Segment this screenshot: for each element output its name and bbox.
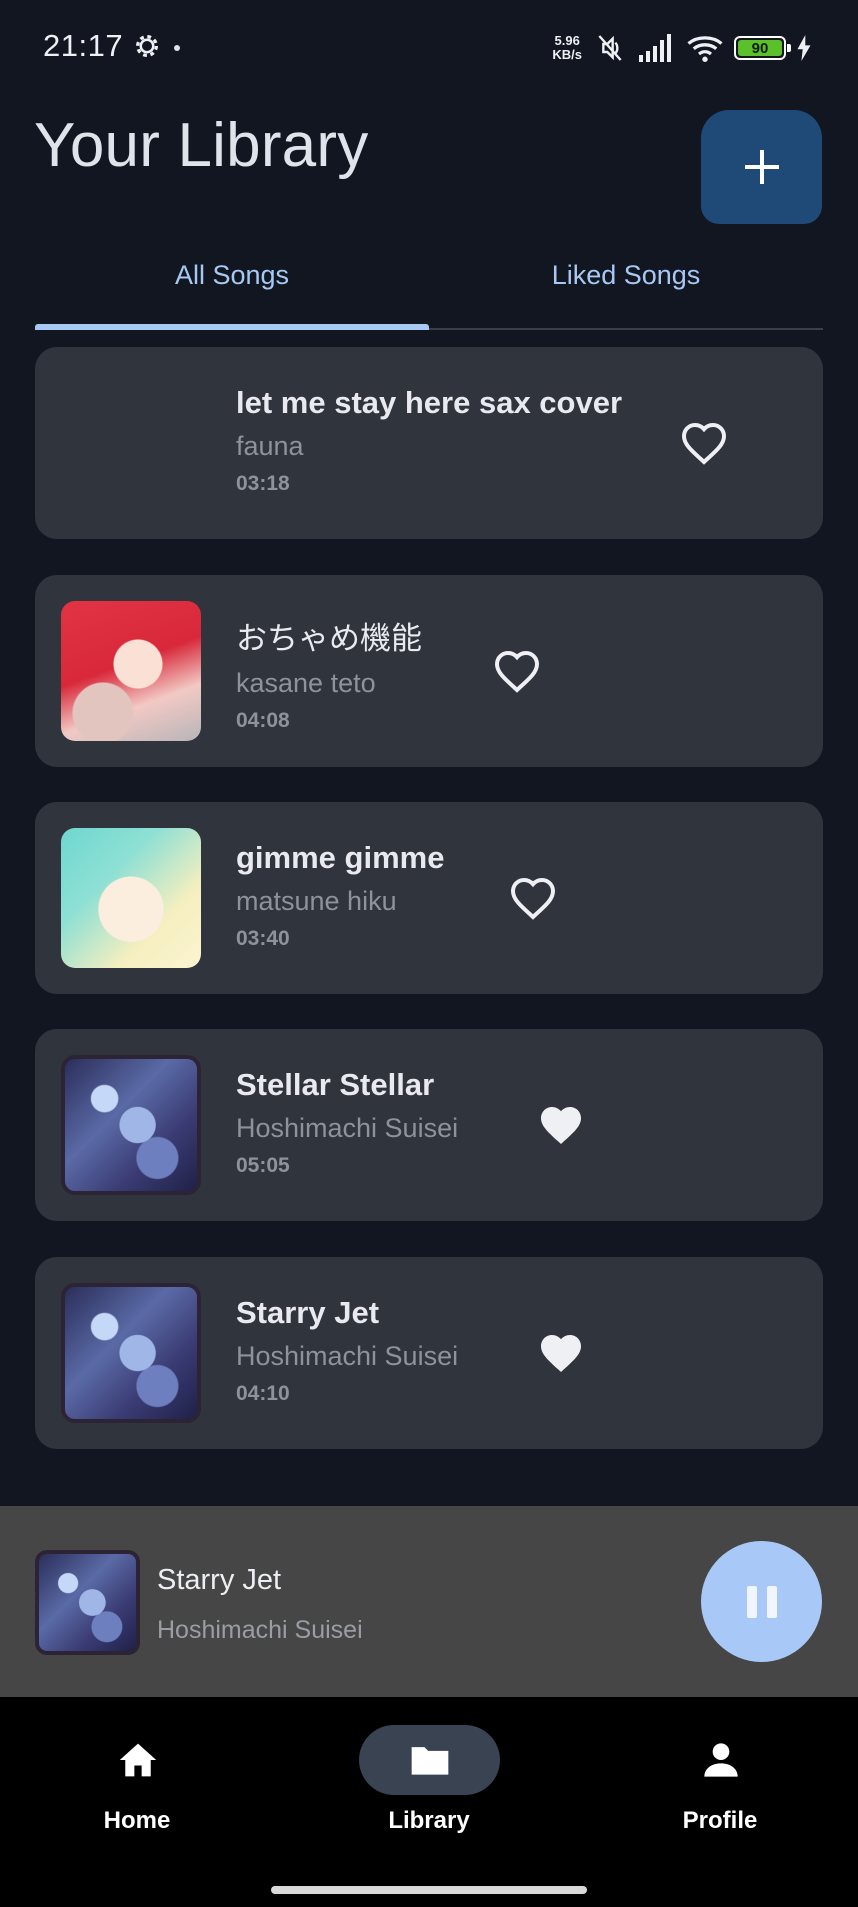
- song-card[interactable]: Starry Jet Hoshimachi Suisei 04:10: [35, 1257, 823, 1449]
- bottom-nav: Home Library Profile: [0, 1697, 858, 1907]
- wifi-icon: [687, 36, 723, 62]
- nav-profile-pill: [650, 1725, 791, 1795]
- song-title: Starry Jet: [236, 1295, 380, 1330]
- song-artist: kasane teto: [236, 668, 376, 698]
- song-duration: 05:05: [236, 1154, 290, 1177]
- now-playing-title: Starry Jet: [157, 1564, 282, 1596]
- dot-icon: [174, 45, 180, 51]
- battery-level: 90: [738, 40, 782, 57]
- heart-outline-icon[interactable]: [493, 649, 541, 693]
- charging-icon: [797, 35, 811, 61]
- song-card[interactable]: おちゃめ機能 kasane teto 04:08: [35, 575, 823, 767]
- now-playing-bar[interactable]: Starry Jet Hoshimachi Suisei: [0, 1506, 858, 1697]
- home-icon: [119, 1743, 156, 1777]
- nav-home[interactable]: Home: [27, 1725, 247, 1845]
- song-info: Starry Jet Hoshimachi Suisei 04:10: [236, 1295, 458, 1406]
- tab-active-indicator: [35, 324, 429, 330]
- song-title: Stellar Stellar: [236, 1067, 435, 1102]
- nav-home-pill: [67, 1725, 208, 1795]
- signal-icon: [639, 34, 671, 62]
- mute-icon: [598, 35, 622, 61]
- song-artist: matsune hiku: [236, 886, 397, 916]
- status-icons: 5.96 KB/s 90: [552, 30, 812, 66]
- folder-icon: [411, 1747, 448, 1775]
- nav-library-label: Library: [388, 1807, 470, 1834]
- song-title: let me stay here sax cover: [236, 385, 623, 420]
- song-title: gimme gimme: [236, 840, 445, 875]
- song-title: おちゃめ機能: [236, 621, 422, 656]
- add-song-button[interactable]: [701, 110, 822, 224]
- song-card[interactable]: Stellar Stellar Hoshimachi Suisei 05:05: [35, 1029, 823, 1221]
- nav-home-label: Home: [103, 1807, 171, 1834]
- tab-liked-songs[interactable]: Liked Songs: [429, 248, 823, 330]
- album-art: [61, 601, 201, 741]
- song-info: おちゃめ機能 kasane teto 04:08: [236, 613, 422, 733]
- tab-all-songs[interactable]: All Songs: [35, 248, 429, 330]
- nav-library[interactable]: Library: [319, 1725, 539, 1845]
- song-artist: Hoshimachi Suisei: [236, 1341, 459, 1371]
- album-art: [61, 828, 201, 968]
- nav-profile[interactable]: Profile: [610, 1725, 830, 1845]
- now-playing-album-art: [35, 1550, 140, 1655]
- song-duration: 03:18: [236, 472, 290, 495]
- person-icon: [703, 1743, 738, 1777]
- song-card[interactable]: gimme gimme matsune hiku 03:40: [35, 802, 823, 994]
- song-duration: 04:08: [236, 709, 290, 732]
- song-card[interactable]: let me stay here sax cover fauna 03:18: [35, 347, 823, 539]
- song-info: let me stay here sax cover fauna 03:18: [236, 385, 622, 496]
- net-speed-value: 5.96: [554, 33, 580, 48]
- album-art: [61, 1283, 201, 1423]
- plus-icon: [744, 150, 779, 184]
- library-tabs: All Songs Liked Songs: [35, 248, 823, 330]
- now-playing-artist: Hoshimachi Suisei: [157, 1616, 363, 1644]
- nav-library-pill: [359, 1725, 500, 1795]
- status-time: 21:17: [43, 28, 124, 63]
- page-title: Your Library: [34, 111, 369, 180]
- song-artist: fauna: [236, 431, 304, 461]
- song-duration: 03:40: [236, 927, 290, 950]
- heart-outline-icon[interactable]: [509, 876, 557, 920]
- heart-filled-icon[interactable]: [537, 1103, 585, 1147]
- song-info: Stellar Stellar Hoshimachi Suisei 05:05: [236, 1067, 458, 1178]
- gear-icon: [136, 35, 158, 57]
- status-bar: 21:17 5.96 KB/s 90: [0, 0, 858, 96]
- pause-button[interactable]: [701, 1541, 822, 1662]
- gesture-home-indicator[interactable]: [271, 1886, 587, 1894]
- song-artist: Hoshimachi Suisei: [236, 1113, 459, 1143]
- nav-profile-label: Profile: [682, 1807, 758, 1834]
- net-speed-unit: KB/s: [552, 47, 582, 62]
- net-speed: 5.96 KB/s: [552, 34, 582, 62]
- song-duration: 04:10: [236, 1382, 290, 1405]
- heart-outline-icon[interactable]: [680, 421, 728, 465]
- battery-icon: 90: [734, 36, 791, 60]
- album-art: [61, 1055, 201, 1195]
- heart-filled-icon[interactable]: [537, 1331, 585, 1375]
- song-info: gimme gimme matsune hiku 03:40: [236, 840, 444, 951]
- pause-icon: [742, 1585, 782, 1618]
